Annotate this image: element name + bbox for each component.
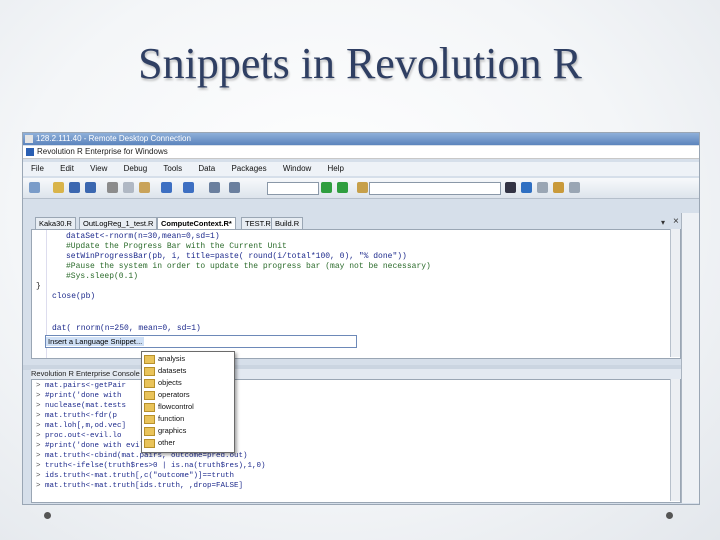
menu-tools[interactable]: Tools <box>163 164 182 173</box>
code-line: #Sys.sleep(0.1) <box>66 272 139 281</box>
menu-help[interactable]: Help <box>328 164 344 173</box>
app-title: Revolution R Enterprise for Windows <box>37 147 168 156</box>
folder-icon <box>144 427 155 436</box>
console-scrollbar[interactable] <box>670 379 680 501</box>
snippet-item-flowcontrol[interactable]: flowcontrol <box>144 402 194 412</box>
folder-icon <box>144 379 155 388</box>
console-line: > ids.truth<-mat.truth[,c("outcome")]==t… <box>36 472 235 480</box>
code-line: #Update the Progress Bar with the Curren… <box>66 242 287 251</box>
run-selection-icon[interactable] <box>337 182 348 193</box>
console-line: > mat.truth<-cbind(mat.pairs, outcome=pr… <box>36 452 248 460</box>
close-tab-icon[interactable]: × <box>673 216 679 228</box>
object-browser-icon[interactable] <box>521 182 532 193</box>
editor-scrollbar[interactable] <box>670 229 680 357</box>
snippet-search-input[interactable]: Insert a Language Snippet... <box>45 335 357 348</box>
menu-edit[interactable]: Edit <box>60 164 74 173</box>
snippet-item-function[interactable]: function <box>144 414 184 424</box>
menu-file[interactable]: File <box>31 164 44 173</box>
save-all-icon[interactable] <box>85 182 96 193</box>
folder-icon <box>144 415 155 424</box>
folder-icon <box>144 367 155 376</box>
config-dropdown[interactable] <box>267 182 319 195</box>
snippet-item-operators[interactable]: operators <box>144 390 190 400</box>
code-line: dataSet<-rnorm(n=30,mean=0,sd=1) <box>66 232 220 241</box>
menu-view[interactable]: View <box>90 164 107 173</box>
tab-test[interactable]: TEST.R <box>241 217 275 229</box>
tab-outlogreg[interactable]: OutLogReg_1_test.R <box>79 217 158 229</box>
find-icon[interactable] <box>505 182 516 193</box>
remote-desktop-icon <box>25 135 33 143</box>
remote-desktop-title: 128.2.111.40 - Remote Desktop Connection <box>36 134 191 143</box>
menu-packages[interactable]: Packages <box>231 164 266 173</box>
snippet-item-datasets[interactable]: datasets <box>144 366 186 376</box>
comment-icon[interactable] <box>229 182 240 193</box>
console-line: > mat.loh[,m,od.vec] <box>36 422 127 430</box>
paste-icon[interactable] <box>139 182 150 193</box>
options-icon[interactable] <box>569 182 580 193</box>
revolution-r-icon <box>26 148 34 156</box>
snippet-item-other[interactable]: other <box>144 438 175 448</box>
code-line: dat( rnorm(n=250, mean=0, sd=1) <box>52 324 201 333</box>
folder-icon <box>144 403 155 412</box>
slide-bullet-left <box>44 512 51 519</box>
toolbox-icon[interactable] <box>553 182 564 193</box>
slide-bullet-right <box>666 512 673 519</box>
snippet-item-graphics[interactable]: graphics <box>144 426 186 436</box>
toolbar <box>23 178 699 199</box>
console-line: > mat.truth<-mat.truth[ids.truth, ,drop=… <box>36 482 244 490</box>
code-line: } <box>36 282 41 291</box>
copy-icon[interactable] <box>123 182 134 193</box>
code-line: close(pb) <box>52 292 96 301</box>
console-title: Revolution R Enterprise Console <box>31 369 140 378</box>
build-icon[interactable] <box>357 182 368 193</box>
new-file-icon[interactable] <box>29 182 40 193</box>
console-line: > mat.truth<-fdr(p <box>36 412 118 420</box>
find-dropdown[interactable] <box>369 182 501 195</box>
folder-icon <box>144 391 155 400</box>
snippet-prompt: Insert a Language Snippet... <box>46 337 145 346</box>
slide-title: Snippets in Revolution R <box>138 39 582 88</box>
folder-icon <box>144 439 155 448</box>
remote-desktop-titlebar: 128.2.111.40 - Remote Desktop Connection <box>23 133 699 145</box>
menu-data[interactable]: Data <box>198 164 215 173</box>
save-icon[interactable] <box>69 182 80 193</box>
revolution-r-screenshot: 128.2.111.40 - Remote Desktop Connection… <box>22 132 700 505</box>
right-side-panel[interactable] <box>681 213 699 503</box>
document-tabs: Kaka30.R OutLogReg_1_test.R ComputeConte… <box>31 216 691 229</box>
menu-window[interactable]: Window <box>283 164 311 173</box>
menu-debug[interactable]: Debug <box>124 164 148 173</box>
console-line: > truth<-ifelse(truth$res>0 | is.na(trut… <box>36 462 266 470</box>
redo-icon[interactable] <box>183 182 194 193</box>
code-line: #Pause the system in order to update the… <box>66 262 431 271</box>
console-line: > #print('done with <box>36 392 122 400</box>
console-line: > nuclease(mat.tests <box>36 402 127 410</box>
tab-computecontext[interactable]: ComputeContext.R* <box>157 217 236 229</box>
undo-icon[interactable] <box>161 182 172 193</box>
open-folder-icon[interactable] <box>53 182 64 193</box>
console-titlebar: Revolution R Enterprise Console <box>31 369 681 379</box>
app-titlebar: Revolution R Enterprise for Windows <box>23 146 699 159</box>
snippet-item-analysis[interactable]: analysis <box>144 354 185 364</box>
cut-icon[interactable] <box>107 182 118 193</box>
tab-build[interactable]: Build.R <box>271 217 304 229</box>
console-pane[interactable]: > mat.pairs<-getPair > #print('done with… <box>31 379 681 503</box>
code-line: setWinProgressBar(pb, i, title=paste( ro… <box>66 252 407 261</box>
snippet-menu: analysis datasets objects operators flow… <box>141 351 235 453</box>
console-line: > proc.out<-evil.lo <box>36 432 122 440</box>
console-line: > mat.pairs<-getPair <box>36 382 127 390</box>
run-icon[interactable] <box>321 182 332 193</box>
indent-icon[interactable] <box>209 182 220 193</box>
tab-kaka30[interactable]: Kaka30.R <box>35 217 76 229</box>
menu-bar: File Edit View Debug Tools Data Packages… <box>23 162 699 176</box>
tab-list-icon[interactable]: ▾ <box>661 217 665 229</box>
properties-icon[interactable] <box>537 182 548 193</box>
snippet-item-objects[interactable]: objects <box>144 378 182 388</box>
folder-icon <box>144 355 155 364</box>
